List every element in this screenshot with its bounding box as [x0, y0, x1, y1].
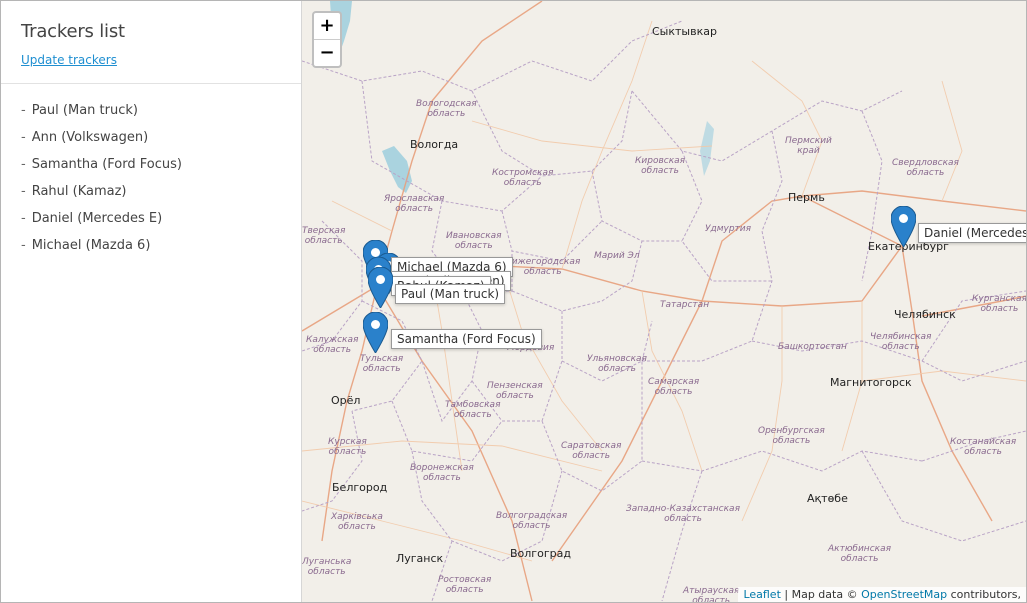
leaflet-link[interactable]: Leaflet — [743, 588, 780, 601]
app-window: Trackers list Update trackers - Paul (Man… — [0, 0, 1027, 603]
tracker-item-label: Rahul (Kamaz) — [31, 184, 127, 199]
tracker-item-label: Michael (Mazda 6) — [31, 238, 151, 253]
bullet-dash: - — [21, 130, 26, 145]
map-view[interactable]: Сыктывкар Вологда Пермь Екатеринбург Чел… — [302, 1, 1026, 602]
map-marker-daniel[interactable] — [891, 206, 916, 247]
region-kostanayskaya: Костанайская область — [950, 437, 1017, 457]
region-atyrauskaya: Атырауская область — [683, 586, 740, 602]
region-ulyanovskaya: Ульяновская область — [587, 354, 647, 374]
bullet-dash: - — [21, 103, 26, 118]
region-tambovskaya: Тамбовская область — [445, 400, 501, 420]
region-orenburgskaya: Оренбургская область — [758, 426, 825, 446]
marker-label-paul: Paul (Man truck) — [395, 284, 506, 304]
region-kaluzhskaya: Калужская область — [306, 335, 359, 355]
region-kharkivska: Харківська область — [331, 512, 383, 532]
region-samarskaya: Самарская область — [648, 377, 700, 397]
region-saratovskaya: Саратовская область — [561, 441, 622, 461]
region-kostromskaya: Костромская область — [492, 168, 554, 188]
city-volgograd: Волгоград — [510, 547, 571, 560]
region-zapadno-kazakhstanskaya: Западно-Казахстанская область — [626, 504, 740, 524]
region-luhanska: Луганська область — [302, 557, 352, 577]
bullet-dash: - — [21, 238, 26, 253]
bullet-dash: - — [21, 211, 26, 226]
tracker-item-michael[interactable]: - Michael (Mazda 6) — [21, 238, 182, 265]
region-rostovskaya: Ростовская область — [438, 575, 492, 595]
bullet-dash: - — [21, 184, 26, 199]
city-lugansk: Луганск — [396, 552, 444, 565]
tracker-item-daniel[interactable]: - Daniel (Mercedes E) — [21, 211, 182, 238]
region-kirovskaya: Кировская область — [635, 156, 686, 176]
city-vologda: Вологда — [410, 138, 459, 151]
region-tulskaya: Тульская область — [360, 354, 404, 374]
region-voronezhskaya: Воронежская область — [410, 463, 474, 483]
city-syktyvkar: Сыктывкар — [652, 25, 717, 38]
bullet-dash: - — [21, 157, 26, 172]
tracker-item-rahul[interactable]: - Rahul (Kamaz) — [21, 184, 182, 211]
zoom-out-button[interactable]: − — [314, 40, 340, 66]
region-aktyubinskaya: Актюбинская область — [828, 544, 892, 564]
zoom-in-button[interactable]: + — [314, 13, 340, 40]
map-marker-samantha[interactable] — [363, 312, 388, 353]
tracker-item-label: Daniel (Mercedes E) — [31, 211, 163, 226]
attribution-tail: contributors, — [947, 588, 1021, 601]
region-penzenskaya: Пензенская область — [487, 381, 543, 401]
attribution-text: | Map data © — [780, 588, 862, 601]
tracker-list: - Paul (Man truck) - Ann (Volkswagen) - Sam… — [21, 103, 182, 265]
region-udmurtia: Удмуртия — [705, 224, 752, 234]
tracker-item-label: Ann (Volkswagen) — [31, 130, 149, 145]
region-kurskaya: Курская область — [328, 437, 367, 457]
region-tatarstan: Татарстан — [660, 300, 710, 310]
update-trackers-link[interactable]: Update trackers — [21, 53, 117, 67]
sidebar-divider — [1, 83, 301, 84]
region-bashkortostan: Башкортостан — [778, 342, 847, 352]
region-volgogradskaya: Волгоградская область — [496, 511, 568, 531]
tracker-item-ann[interactable]: - Ann (Volkswagen) — [21, 130, 182, 157]
region-permsky: Пермский край — [785, 136, 832, 156]
city-orel: Орёл — [331, 394, 361, 407]
sidebar: Trackers list Update trackers - Paul (Man… — [1, 1, 302, 602]
city-belgorod: Белгород — [332, 481, 388, 494]
marker-label-daniel: Daniel (Mercedes E) — [918, 223, 1026, 243]
region-nizhegorodskaya: Нижегородская область — [505, 257, 581, 277]
tracker-item-paul[interactable]: - Paul (Man truck) — [21, 103, 182, 130]
region-mariy-el: Марий Эл — [594, 251, 640, 261]
region-kurganskaya: Курганская область — [972, 294, 1026, 314]
city-magnitogorsk: Магнитогорск — [830, 376, 912, 389]
openstreetmap-link[interactable]: OpenStreetMap — [861, 588, 947, 601]
region-chelyabinskaya: Челябинская область — [870, 332, 932, 352]
region-tverskaya: Тверская область — [302, 226, 346, 246]
map-marker-paul[interactable] — [368, 267, 393, 308]
city-aktobe: Ақтөбе — [807, 492, 848, 505]
tracker-item-label: Paul (Man truck) — [31, 103, 138, 118]
tracker-item-label: Samantha (Ford Focus) — [31, 157, 182, 172]
zoom-control: + − — [312, 11, 342, 68]
region-vologodskaya: Вологодская область — [416, 99, 477, 119]
map-attribution: Leaflet | Map data © OpenStreetMap contr… — [738, 587, 1026, 602]
region-ivanovskaya: Ивановская область — [446, 231, 502, 251]
tracker-item-samantha[interactable]: - Samantha (Ford Focus) — [21, 157, 182, 184]
marker-label-samantha: Samantha (Ford Focus) — [391, 329, 542, 349]
sidebar-title: Trackers list — [21, 21, 125, 42]
city-perm: Пермь — [788, 191, 825, 204]
region-yaroslavskaya: Ярославская область — [384, 194, 445, 214]
region-sverdlovskaya: Свердловская область — [892, 158, 959, 178]
city-chelyabinsk: Челябинск — [894, 308, 956, 321]
